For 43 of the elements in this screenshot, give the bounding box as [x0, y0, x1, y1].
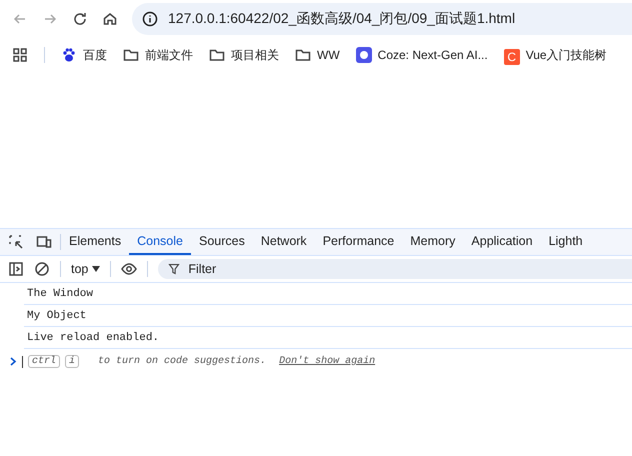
- devtools-tab[interactable]: Lighth: [540, 229, 591, 255]
- apps-grid-icon[interactable]: [12, 47, 28, 63]
- devtools-tab[interactable]: Performance: [314, 229, 402, 255]
- dismiss-link[interactable]: Don't show again: [279, 356, 376, 367]
- keyboard-key: i: [65, 355, 80, 368]
- prompt-chevron-icon: [10, 357, 17, 366]
- clear-icon[interactable]: [34, 261, 50, 277]
- address-bar[interactable]: 127.0.0.1:60422/02_函数高级/04_闭包/09_面试题1.html: [132, 3, 632, 35]
- inspect-icon[interactable]: [8, 234, 24, 250]
- bot-icon: [356, 47, 372, 63]
- bookmark[interactable]: C Vue入门技能树: [504, 46, 607, 64]
- bookmark[interactable]: WW: [295, 47, 340, 63]
- bookmark[interactable]: Coze: Next-Gen AI...: [356, 47, 488, 63]
- hint-text: to turn on code suggestions.: [98, 356, 266, 367]
- folder-icon: [123, 47, 139, 63]
- console-message: The Window: [26, 288, 94, 300]
- caret-icon: [92, 266, 100, 272]
- folder-icon: [295, 47, 311, 63]
- filter-field[interactable]: Filter: [158, 259, 632, 279]
- devtools-tab[interactable]: Network: [252, 229, 315, 255]
- info-icon[interactable]: [142, 11, 158, 27]
- devtools-tab[interactable]: Elements: [61, 229, 130, 255]
- console-message: My Object: [26, 310, 86, 322]
- url-text: 127.0.0.1:60422/02_函数高级/04_闭包/09_面试题1.html: [168, 10, 516, 28]
- devtools-tab[interactable]: Sources: [190, 229, 253, 255]
- filter-icon: [168, 263, 180, 275]
- bookmark[interactable]: 百度: [61, 46, 107, 64]
- eye-icon[interactable]: [121, 261, 138, 277]
- bookmark[interactable]: 前端文件: [123, 46, 193, 64]
- context-dropdown[interactable]: top: [71, 262, 100, 276]
- paw-icon: [61, 47, 77, 63]
- sidebar-icon[interactable]: [8, 261, 24, 277]
- folder-icon: [209, 47, 225, 63]
- devtools-tab[interactable]: Console: [129, 229, 191, 255]
- device-toggle-icon[interactable]: [36, 234, 52, 250]
- home-icon[interactable]: [102, 11, 118, 27]
- devtools-tab[interactable]: Application: [463, 229, 541, 255]
- reload-icon[interactable]: [72, 11, 88, 27]
- console-message: Live reload enabled.: [26, 332, 160, 344]
- text-cursor: [22, 356, 23, 368]
- devtools-tab[interactable]: Memory: [402, 229, 464, 255]
- keyboard-key: ctrl: [28, 355, 60, 368]
- bookmark[interactable]: 项目相关: [209, 46, 279, 64]
